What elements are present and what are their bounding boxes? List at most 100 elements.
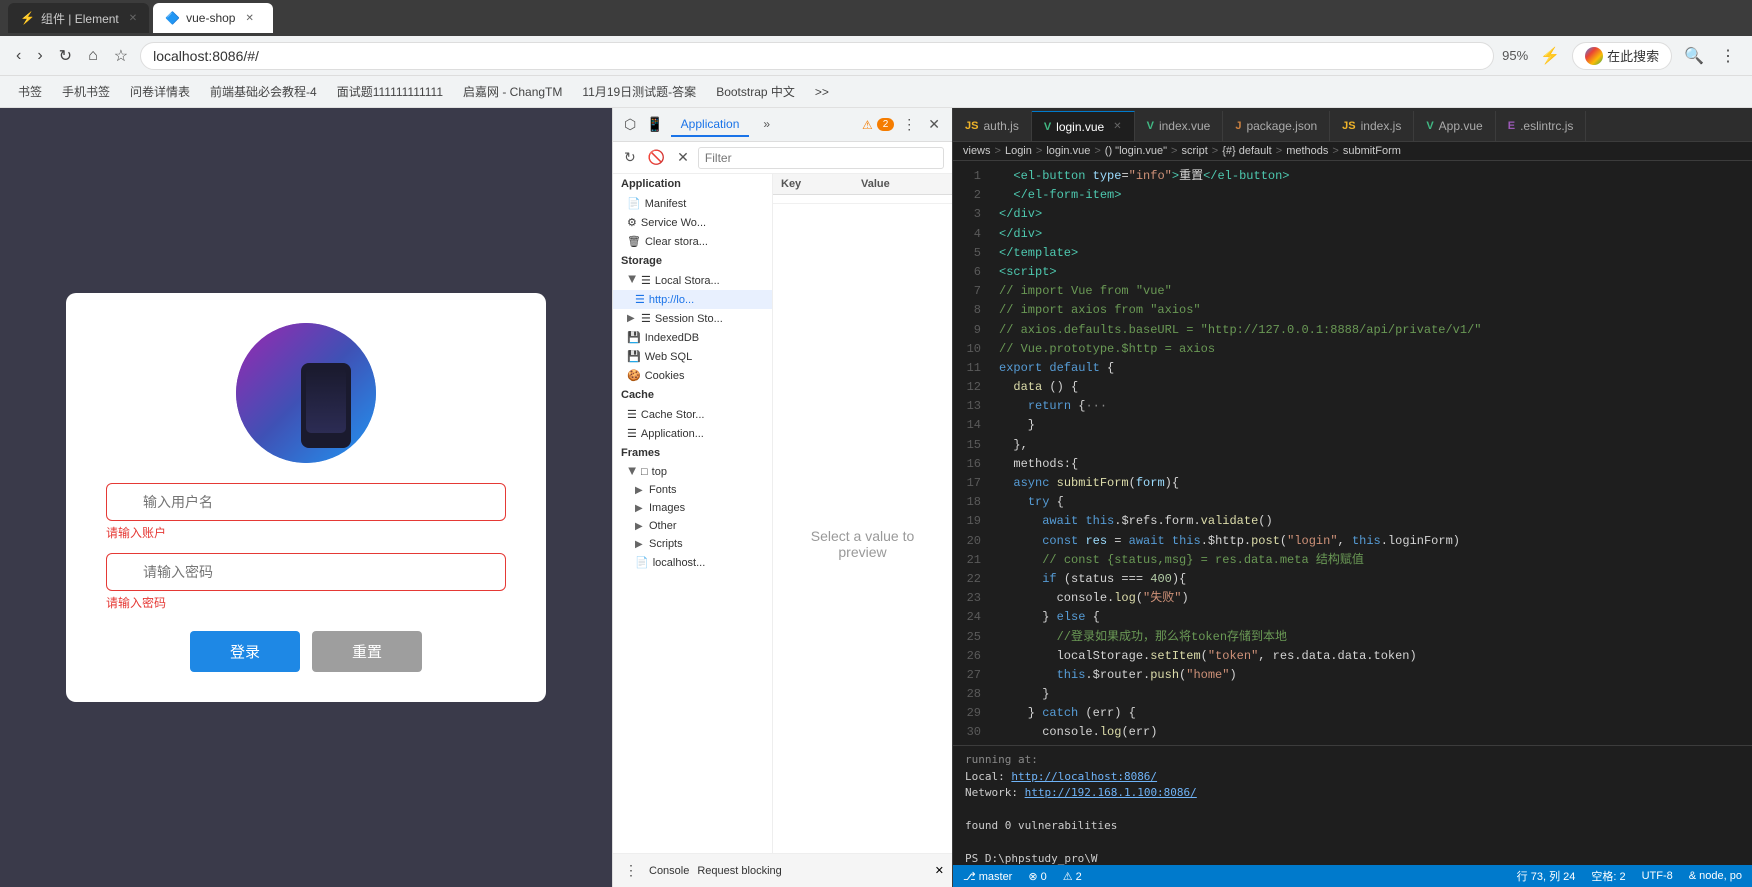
console-tab[interactable]: Console [649,865,689,877]
error-count[interactable]: ⊗ 0 [1028,870,1046,883]
tree-item-indexeddb[interactable]: 💾 IndexedDB [613,328,772,347]
devtools-close-filter-btn[interactable]: ✕ [674,146,692,169]
tree-item-web-sql[interactable]: 💾 Web SQL [613,347,772,366]
bookmark-5[interactable]: 启嘉网 - ChangTM [457,81,568,102]
tab-more[interactable]: » [753,113,780,137]
search-text: 在此搜索 [1607,46,1659,65]
button-row: 登录 重置 [190,631,422,672]
username-input[interactable] [106,483,506,521]
warning-count[interactable]: ⚠ 2 [1063,870,1082,883]
tree-item-fonts[interactable]: ▶ Fonts [613,481,772,499]
devtools-inspect-btn[interactable]: ⬡ [621,113,639,136]
login-avatar [236,323,376,463]
tab-icon-eslint: E [1508,120,1515,132]
tab-label-index-vue: index.vue [1159,119,1210,133]
devtools-close-btn[interactable]: ✕ [924,114,944,135]
images-arrow: ▶ [635,503,645,514]
bookmark-1[interactable]: 手机书签 [56,81,116,102]
tree-item-scripts[interactable]: ▶ Scripts [613,535,772,553]
extensions-button[interactable]: ⚡ [1536,42,1564,70]
back-button[interactable]: ‹ [12,43,25,69]
tree-item-cache-storage[interactable]: ☰ Cache Stor... [613,405,772,424]
bc-views: views [963,145,991,157]
local-link[interactable]: http://localhost:8086/ [1011,770,1157,783]
local-storage-icon: ☰ [641,274,651,287]
tab-application[interactable]: Application [671,113,750,137]
tree-item-service-workers[interactable]: ⚙ Service Wo... [613,213,772,232]
terminal-panel: running at: Local: http://localhost:8086… [953,745,1752,865]
tree-item-top[interactable]: ▶ □ top [613,463,772,481]
editor-tab-index-js[interactable]: JS index.js [1330,111,1414,141]
menu-button[interactable]: ⋮ [1716,42,1740,70]
tree-item-clear-storage[interactable]: 🗑 Clear stora... [613,232,772,251]
filter-input[interactable] [698,147,944,169]
tree-item-cookies[interactable]: 🍪 Cookies [613,366,772,385]
tree-item-local-storage[interactable]: ▶ ☰ Local Stora... [613,271,772,290]
bookmark-0[interactable]: 书签 [12,81,48,102]
address-bar[interactable]: localhost:8086/#/ [140,42,1494,70]
devtools-bottom-menu[interactable]: ⋮ [621,859,641,882]
devtools-bottom-bar: ⋮ Console Request blocking ✕ [613,853,952,887]
username-error: 请输入账户 [106,524,506,541]
web-sql-icon: 💾 [627,350,641,363]
editor-tab-eslint[interactable]: E .eslintrc.js [1496,111,1587,141]
bookmark-7[interactable]: Bootstrap 中文 [710,81,801,102]
devtools-clear-btn[interactable]: 🚫 [645,146,668,169]
terminal-line-6: PS D:\phpstudy_pro\W [965,851,1740,865]
devtools-refresh-btn[interactable]: ↻ [621,146,639,169]
tab-close-login[interactable]: ✕ [1113,121,1121,132]
tab-icon-app: V [1426,120,1433,132]
browser-tab-vue-shop[interactable]: 🔷 vue-shop ✕ [153,3,273,33]
tree-item-session-storage[interactable]: ▶ ☰ Session Sto... [613,309,772,328]
session-icon: ☰ [641,312,651,325]
bookmark-2[interactable]: 问卷详情表 [124,81,196,102]
tree-item-localhost[interactable]: 📄 localhost... [613,553,772,572]
warning-badge[interactable]: ⚠ 2 [862,118,894,132]
network-link[interactable]: http://192.168.1.100:8086/ [1025,786,1197,799]
section-application: Application [613,174,772,194]
editor-tab-app[interactable]: V App.vue [1414,111,1495,141]
preview-area: Select a value to preview [773,204,952,853]
password-input[interactable] [106,553,506,591]
refresh-button[interactable]: ↻ [55,42,76,70]
manifest-label: Manifest [645,198,687,210]
bc-methods: methods [1286,145,1328,157]
close-bottom[interactable]: ✕ [935,864,944,877]
editor-tab-index-vue[interactable]: V index.vue [1135,111,1224,141]
col-value: Value [853,174,952,195]
tree-item-manifest[interactable]: 📄 Manifest [613,194,772,213]
bookmark-6[interactable]: 11月19日测试题-答案 [576,81,702,102]
tree-item-app-cache[interactable]: ☰ Application... [613,424,772,443]
tree-item-other[interactable]: ▶ Other [613,517,772,535]
cache-storage-label: Cache Stor... [641,409,705,421]
bookmark-3[interactable]: 前端基础必会教程-4 [204,81,323,102]
tree-item-images[interactable]: ▶ Images [613,499,772,517]
node-info: & node, po [1689,870,1742,882]
nav-bar: ‹ › ↻ ⌂ ☆ localhost:8086/#/ 95% ⚡ 在此搜索 🔍… [0,36,1752,76]
bookmarks-more[interactable]: >> [809,83,835,101]
reset-button[interactable]: 重置 [312,631,422,672]
devtools-device-btn[interactable]: 📱 [643,113,666,136]
other-arrow: ▶ [635,521,645,532]
tree-item-local-origin[interactable]: ☰ http://lo... [613,290,772,309]
forward-button[interactable]: › [33,43,46,69]
bookmark-star[interactable]: ☆ [110,42,132,70]
login-button[interactable]: 登录 [190,631,300,672]
session-arrow: ▶ [627,313,637,324]
home-button[interactable]: ⌂ [84,43,102,69]
breadcrumb: views > Login > login.vue > () "login.vu… [953,142,1752,161]
browser-tab-element[interactable]: ⚡ 组件 | Element ✕ [8,3,149,33]
tab-close-btn[interactable]: ✕ [129,13,137,24]
warning-count: 2 [877,118,895,131]
search-button[interactable]: 🔍 [1680,42,1708,70]
search-bar[interactable]: 在此搜索 [1572,42,1672,70]
editor-tab-login[interactable]: V login.vue ✕ [1032,111,1135,141]
editor-tab-auth[interactable]: JS auth.js [953,111,1032,141]
editor-tab-package[interactable]: J package.json [1223,111,1330,141]
request-blocking-tab[interactable]: Request blocking [697,865,781,877]
zoom-level: 95% [1502,48,1528,63]
tab-close-btn[interactable]: ✕ [245,13,253,24]
bookmark-4[interactable]: 面试题111111111111 [331,81,449,102]
devtools-sidebar: Application 📄 Manifest ⚙ Service Wo... 🗑… [613,174,773,853]
devtools-more-btn[interactable]: ⋮ [898,114,920,135]
